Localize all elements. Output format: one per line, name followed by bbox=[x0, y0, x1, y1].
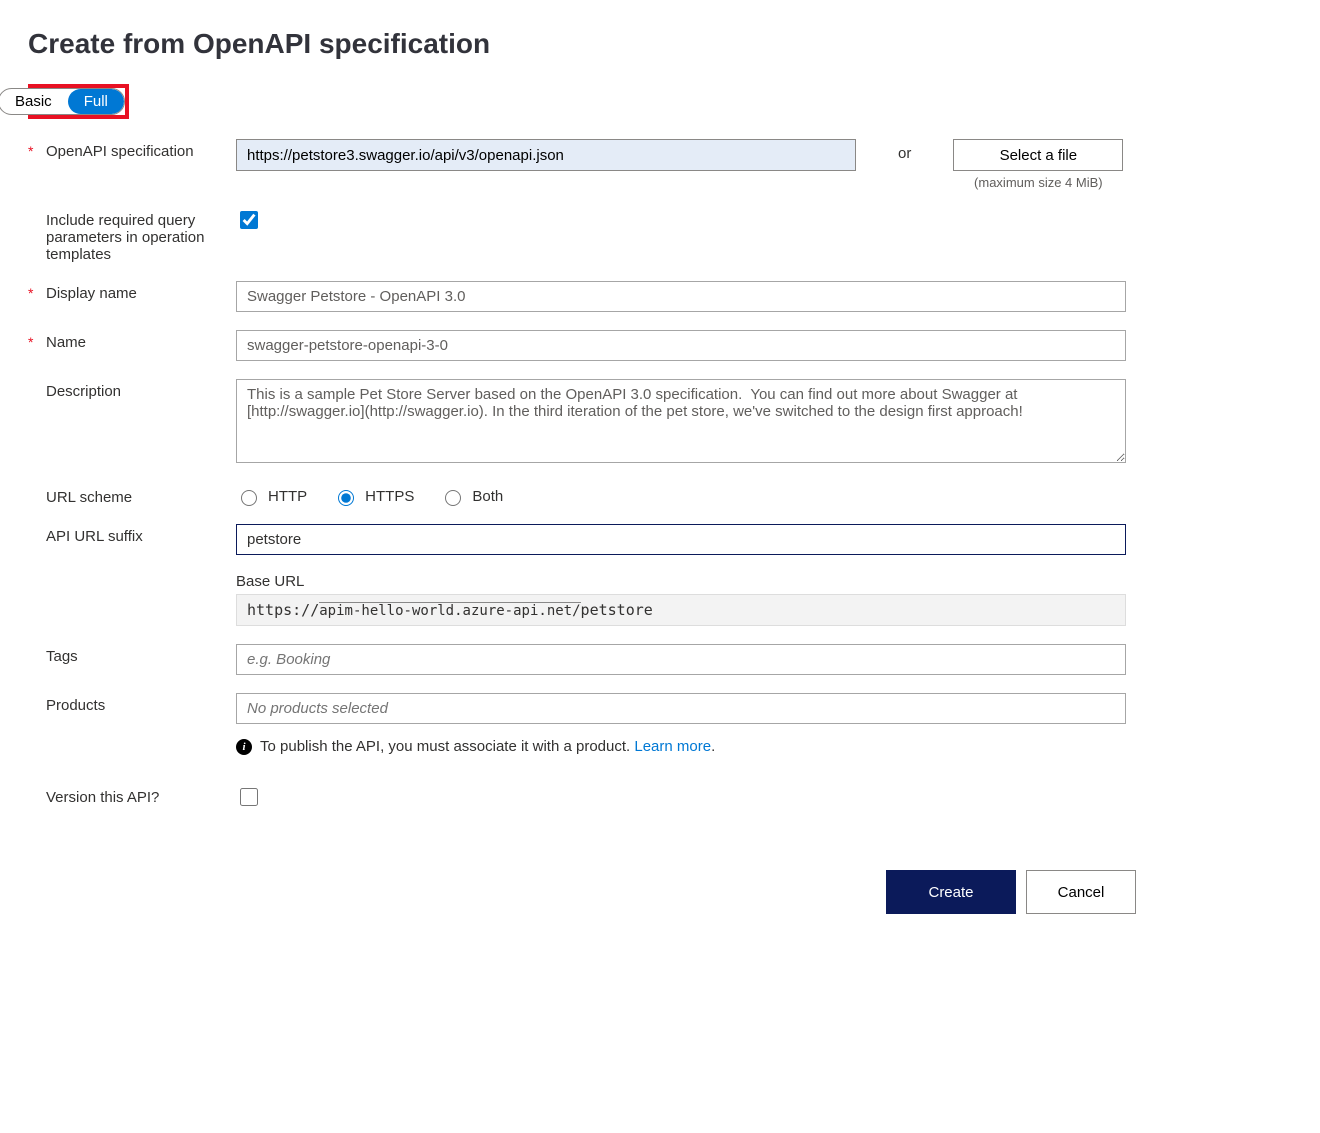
radio-both-label: Both bbox=[472, 488, 503, 505]
description-textarea[interactable]: This is a sample Pet Store Server based … bbox=[236, 379, 1126, 463]
radio-http-label: HTTP bbox=[268, 488, 307, 505]
label-version-api: Version this API? bbox=[46, 785, 236, 806]
radio-http[interactable] bbox=[241, 490, 257, 506]
info-icon: i bbox=[236, 739, 252, 755]
label-url-scheme: URL scheme bbox=[46, 485, 236, 506]
learn-more-link[interactable]: Learn more bbox=[634, 738, 711, 755]
required-marker: * bbox=[28, 281, 46, 301]
base-url-host: apim-hello-world.azure-api.net/ bbox=[319, 602, 580, 619]
url-scheme-radio-group: HTTP HTTPS Both bbox=[236, 485, 1126, 506]
base-url-display: https://apim-hello-world.azure-api.net/p… bbox=[236, 594, 1126, 626]
or-text: or bbox=[898, 139, 911, 162]
radio-both[interactable] bbox=[445, 490, 461, 506]
toggle-highlight: Basic Full bbox=[28, 84, 129, 119]
label-products: Products bbox=[46, 693, 236, 714]
radio-https-label: HTTPS bbox=[365, 488, 414, 505]
publish-hint: To publish the API, you must associate i… bbox=[260, 738, 634, 755]
toggle-full[interactable]: Full bbox=[68, 89, 124, 114]
radio-https[interactable] bbox=[338, 490, 354, 506]
label-description: Description bbox=[46, 379, 236, 400]
tags-input[interactable] bbox=[236, 644, 1126, 675]
label-name: Name bbox=[46, 330, 236, 351]
base-url-suffix: petstore bbox=[581, 601, 653, 619]
version-api-checkbox[interactable] bbox=[240, 788, 258, 806]
label-display-name: Display name bbox=[46, 281, 236, 302]
name-input[interactable] bbox=[236, 330, 1126, 361]
required-marker: * bbox=[28, 139, 46, 159]
view-toggle: Basic Full bbox=[0, 88, 125, 115]
products-input[interactable] bbox=[236, 693, 1126, 724]
label-tags: Tags bbox=[46, 644, 236, 665]
base-url-prefix: https:// bbox=[247, 601, 319, 619]
select-file-button[interactable]: Select a file bbox=[953, 139, 1123, 171]
page-title: Create from OpenAPI specification bbox=[28, 28, 1292, 60]
display-name-input[interactable] bbox=[236, 281, 1126, 312]
label-openapi-spec: OpenAPI specification bbox=[46, 139, 236, 160]
include-required-checkbox[interactable] bbox=[240, 211, 258, 229]
create-button[interactable]: Create bbox=[886, 870, 1016, 914]
openapi-spec-input[interactable] bbox=[236, 139, 856, 171]
toggle-basic[interactable]: Basic bbox=[0, 89, 68, 114]
label-include-required: Include required query parameters in ope… bbox=[46, 208, 236, 263]
label-api-url-suffix: API URL suffix bbox=[46, 524, 236, 545]
cancel-button[interactable]: Cancel bbox=[1026, 870, 1136, 914]
max-size-hint: (maximum size 4 MiB) bbox=[974, 175, 1103, 190]
label-base-url: Base URL bbox=[236, 573, 1126, 590]
api-url-suffix-input[interactable] bbox=[236, 524, 1126, 555]
required-marker: * bbox=[28, 330, 46, 350]
dialog-footer: Create Cancel bbox=[28, 870, 1136, 914]
